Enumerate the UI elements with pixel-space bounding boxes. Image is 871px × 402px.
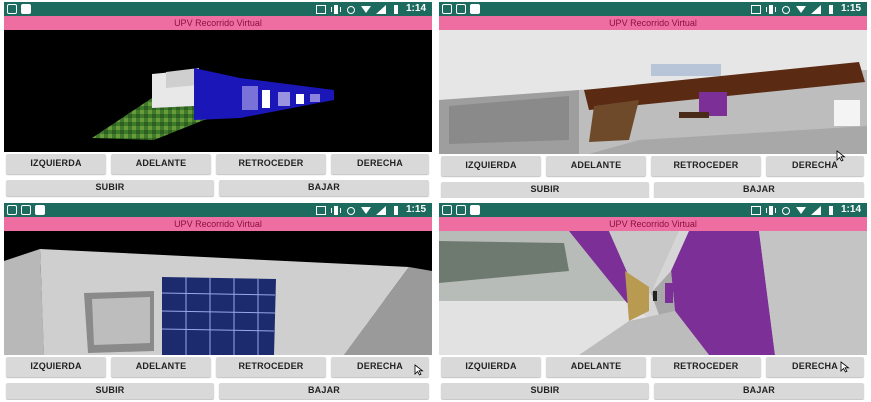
forward-button[interactable]: ADELANTE [546, 156, 646, 176]
back-button[interactable]: RETROCEDER [651, 357, 761, 377]
battery-icon [393, 205, 398, 215]
left-button[interactable]: IZQUIERDA [6, 154, 106, 174]
3d-viewport[interactable] [4, 30, 432, 152]
cast-icon [750, 205, 761, 215]
status-bar: 1:15 [4, 203, 432, 217]
wifi-icon [360, 206, 371, 214]
vibrate-icon [330, 205, 341, 215]
down-button[interactable]: BAJAR [219, 180, 429, 196]
up-button[interactable]: SUBIR [6, 383, 214, 399]
wifi-icon [795, 5, 806, 13]
screenshot-notification-icon [7, 205, 17, 215]
status-time: 1:14 [840, 204, 861, 215]
forward-button[interactable]: ADELANTE [111, 154, 211, 174]
back-button[interactable]: RETROCEDER [216, 154, 326, 174]
left-button[interactable]: IZQUIERDA [441, 357, 541, 377]
mouse-cursor-icon [840, 361, 850, 373]
screenshot-notification-icon [442, 205, 452, 215]
left-button[interactable]: IZQUIERDA [6, 357, 106, 377]
left-button[interactable]: IZQUIERDA [441, 156, 541, 176]
status-bar: 1:15 [439, 2, 867, 16]
forward-button[interactable]: ADELANTE [111, 357, 211, 377]
cast-icon [750, 4, 761, 14]
screenshot-2: 1:15 UPV Recorrido Virtual IZQUIERDA ADE… [439, 2, 867, 198]
3d-viewport[interactable] [439, 231, 867, 355]
app-title: UPV Recorrido Virtual [439, 217, 867, 231]
up-button[interactable]: SUBIR [441, 383, 649, 399]
alarm-icon [346, 5, 355, 14]
signal-icon [810, 205, 821, 215]
signal-icon [375, 4, 386, 14]
vibrate-icon [765, 205, 776, 215]
up-button[interactable]: SUBIR [441, 182, 649, 198]
screenshot-4: 1:14 UPV Recorrido Virtual IZQUIERDA ADE… [439, 203, 867, 400]
back-button[interactable]: RETROCEDER [651, 156, 761, 176]
right-button[interactable]: DERECHA [766, 156, 864, 176]
down-button[interactable]: BAJAR [654, 182, 864, 198]
image-notification-icon [456, 205, 466, 215]
status-time: 1:15 [840, 3, 861, 14]
signal-icon [375, 205, 386, 215]
wifi-icon [795, 206, 806, 214]
vibrate-icon [330, 4, 341, 14]
status-bar: 1:14 [439, 203, 867, 217]
scene-building-blue [92, 68, 334, 140]
alarm-icon [346, 206, 355, 215]
forward-button[interactable]: ADELANTE [546, 357, 646, 377]
down-button[interactable]: BAJAR [219, 383, 429, 399]
cast-icon [315, 4, 326, 14]
right-button[interactable]: DERECHA [331, 154, 429, 174]
direction-buttons: IZQUIERDA ADELANTE RETROCEDER DERECHA SU… [439, 156, 867, 198]
scene-building-grey [4, 249, 432, 355]
3d-viewport[interactable] [4, 231, 432, 355]
up-button[interactable]: SUBIR [6, 180, 214, 196]
battery-icon [828, 4, 833, 14]
wifi-icon [360, 5, 371, 13]
screenshot-notification-icon [442, 4, 452, 14]
notification-icon [21, 4, 31, 14]
signal-icon [810, 4, 821, 14]
mouse-cursor-icon [836, 150, 846, 162]
status-bar: 1:14 [4, 2, 432, 16]
image-notification-icon [21, 205, 31, 215]
down-button[interactable]: BAJAR [654, 383, 864, 399]
screenshot-3: 1:15 UPV Recorrido Virtual IZQUIERDA ADE… [4, 203, 432, 400]
app-title: UPV Recorrido Virtual [4, 16, 432, 30]
notification-icon [35, 205, 45, 215]
direction-buttons: IZQUIERDA ADELANTE RETROCEDER DERECHA SU… [4, 357, 432, 399]
cast-icon [315, 205, 326, 215]
direction-buttons: IZQUIERDA ADELANTE RETROCEDER DERECHA SU… [4, 154, 432, 198]
scene-corridor-purple [439, 231, 867, 355]
scene-indoor-beam [439, 30, 867, 154]
battery-icon [828, 205, 833, 215]
screenshot-1: 1:14 UPV Recorrido Virtual IZQUIERDA ADE… [4, 2, 432, 198]
notification-icon [470, 4, 480, 14]
mouse-cursor-icon [414, 364, 424, 376]
3d-viewport[interactable] [439, 30, 867, 154]
status-time: 1:15 [405, 204, 426, 215]
notification-icon [470, 205, 480, 215]
status-time: 1:14 [405, 3, 426, 14]
back-button[interactable]: RETROCEDER [216, 357, 326, 377]
alarm-icon [781, 5, 790, 14]
screenshot-notification-icon [7, 4, 17, 14]
direction-buttons: IZQUIERDA ADELANTE RETROCEDER DERECHA SU… [439, 357, 867, 399]
image-notification-icon [456, 4, 466, 14]
app-title: UPV Recorrido Virtual [4, 217, 432, 231]
battery-icon [393, 4, 398, 14]
vibrate-icon [765, 4, 776, 14]
alarm-icon [781, 206, 790, 215]
app-title: UPV Recorrido Virtual [439, 16, 867, 30]
